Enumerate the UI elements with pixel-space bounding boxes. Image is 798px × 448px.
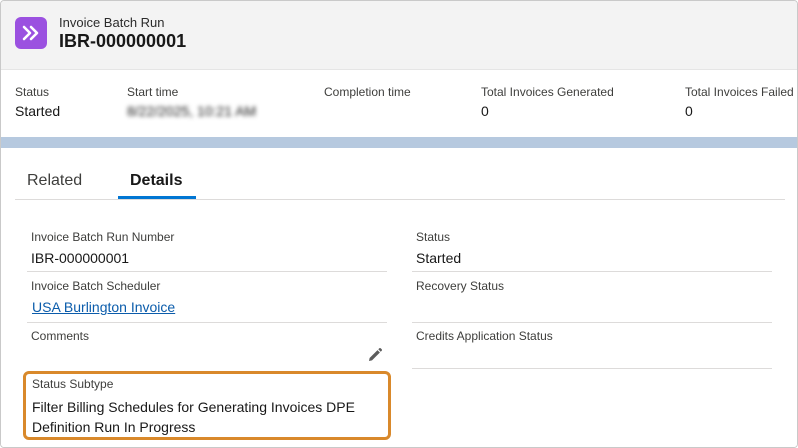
record-page: Invoice Batch Run IBR-000000001 Status S… — [0, 0, 798, 448]
field-comments: Comments — [31, 329, 89, 349]
status-subtype-label: Status Subtype — [32, 377, 114, 391]
highlight-value: 0 — [481, 103, 489, 119]
details-card: Related Details Invoice Batch Run Number… — [1, 148, 797, 447]
field-value: IBR-000000001 — [31, 250, 130, 266]
field-label: Recovery Status — [416, 279, 505, 293]
field-status: Status Started — [416, 230, 461, 266]
divider-band — [1, 137, 797, 148]
highlight-value: 0 — [685, 103, 693, 119]
field-label: Credits Application Status — [416, 329, 553, 343]
field-credits-application-status: Credits Application Status — [416, 329, 553, 349]
highlights-panel: Status Started Start time 8/22/2025, 10:… — [1, 69, 797, 137]
field-recovery-status: Recovery Status — [416, 279, 504, 299]
highlight-label: Completion time — [324, 85, 411, 99]
highlight-status: Status Started — [15, 85, 60, 119]
record-header: Invoice Batch Run IBR-000000001 — [1, 1, 797, 69]
field-divider — [27, 322, 387, 323]
highlight-label: Total Invoices Failed — [685, 85, 794, 99]
highlight-value: Started — [15, 103, 61, 119]
field-value: Started — [416, 250, 462, 266]
field-invoice-batch-scheduler: Invoice Batch Scheduler USA Burlington I… — [31, 279, 175, 315]
highlight-label: Total Invoices Generated — [481, 85, 614, 99]
record-name: IBR-000000001 — [59, 31, 187, 51]
tab-details[interactable]: Details — [130, 172, 182, 190]
highlight-start-time: Start time 8/22/2025, 10:21 AM — [127, 85, 256, 119]
field-label: Invoice Batch Run Number — [31, 230, 175, 244]
status-subtype-highlight: Status Subtype Filter Billing Schedules … — [23, 371, 391, 440]
field-divider — [27, 271, 387, 272]
chevrons-right-icon — [22, 25, 39, 41]
highlight-value-blurred: 8/22/2025, 10:21 AM — [127, 103, 257, 119]
active-tab-indicator — [118, 196, 196, 199]
highlight-label: Start time — [127, 85, 179, 99]
highlight-total-invoices-generated: Total Invoices Generated 0 — [481, 85, 614, 119]
edit-pencil-icon[interactable] — [367, 347, 383, 363]
field-divider — [412, 368, 772, 369]
object-type-label: Invoice Batch Run — [59, 15, 165, 30]
field-divider — [412, 322, 772, 323]
tab-related[interactable]: Related — [27, 172, 82, 190]
field-label: Comments — [31, 329, 90, 343]
invoice-batch-scheduler-link[interactable]: USA Burlington Invoice — [32, 299, 175, 315]
status-subtype-value: Filter Billing Schedules for Generating … — [32, 399, 355, 435]
tab-bar: Related Details — [15, 148, 785, 200]
highlight-label: Status — [15, 85, 50, 99]
invoice-batch-run-icon — [15, 17, 47, 49]
highlight-total-invoices-failed: Total Invoices Failed 0 — [685, 85, 794, 119]
field-invoice-batch-run-number: Invoice Batch Run Number IBR-000000001 — [31, 230, 174, 266]
field-label: Status — [416, 230, 451, 244]
field-divider — [412, 271, 772, 272]
highlight-completion-time: Completion time — [324, 85, 411, 103]
field-label: Invoice Batch Scheduler — [31, 279, 161, 293]
